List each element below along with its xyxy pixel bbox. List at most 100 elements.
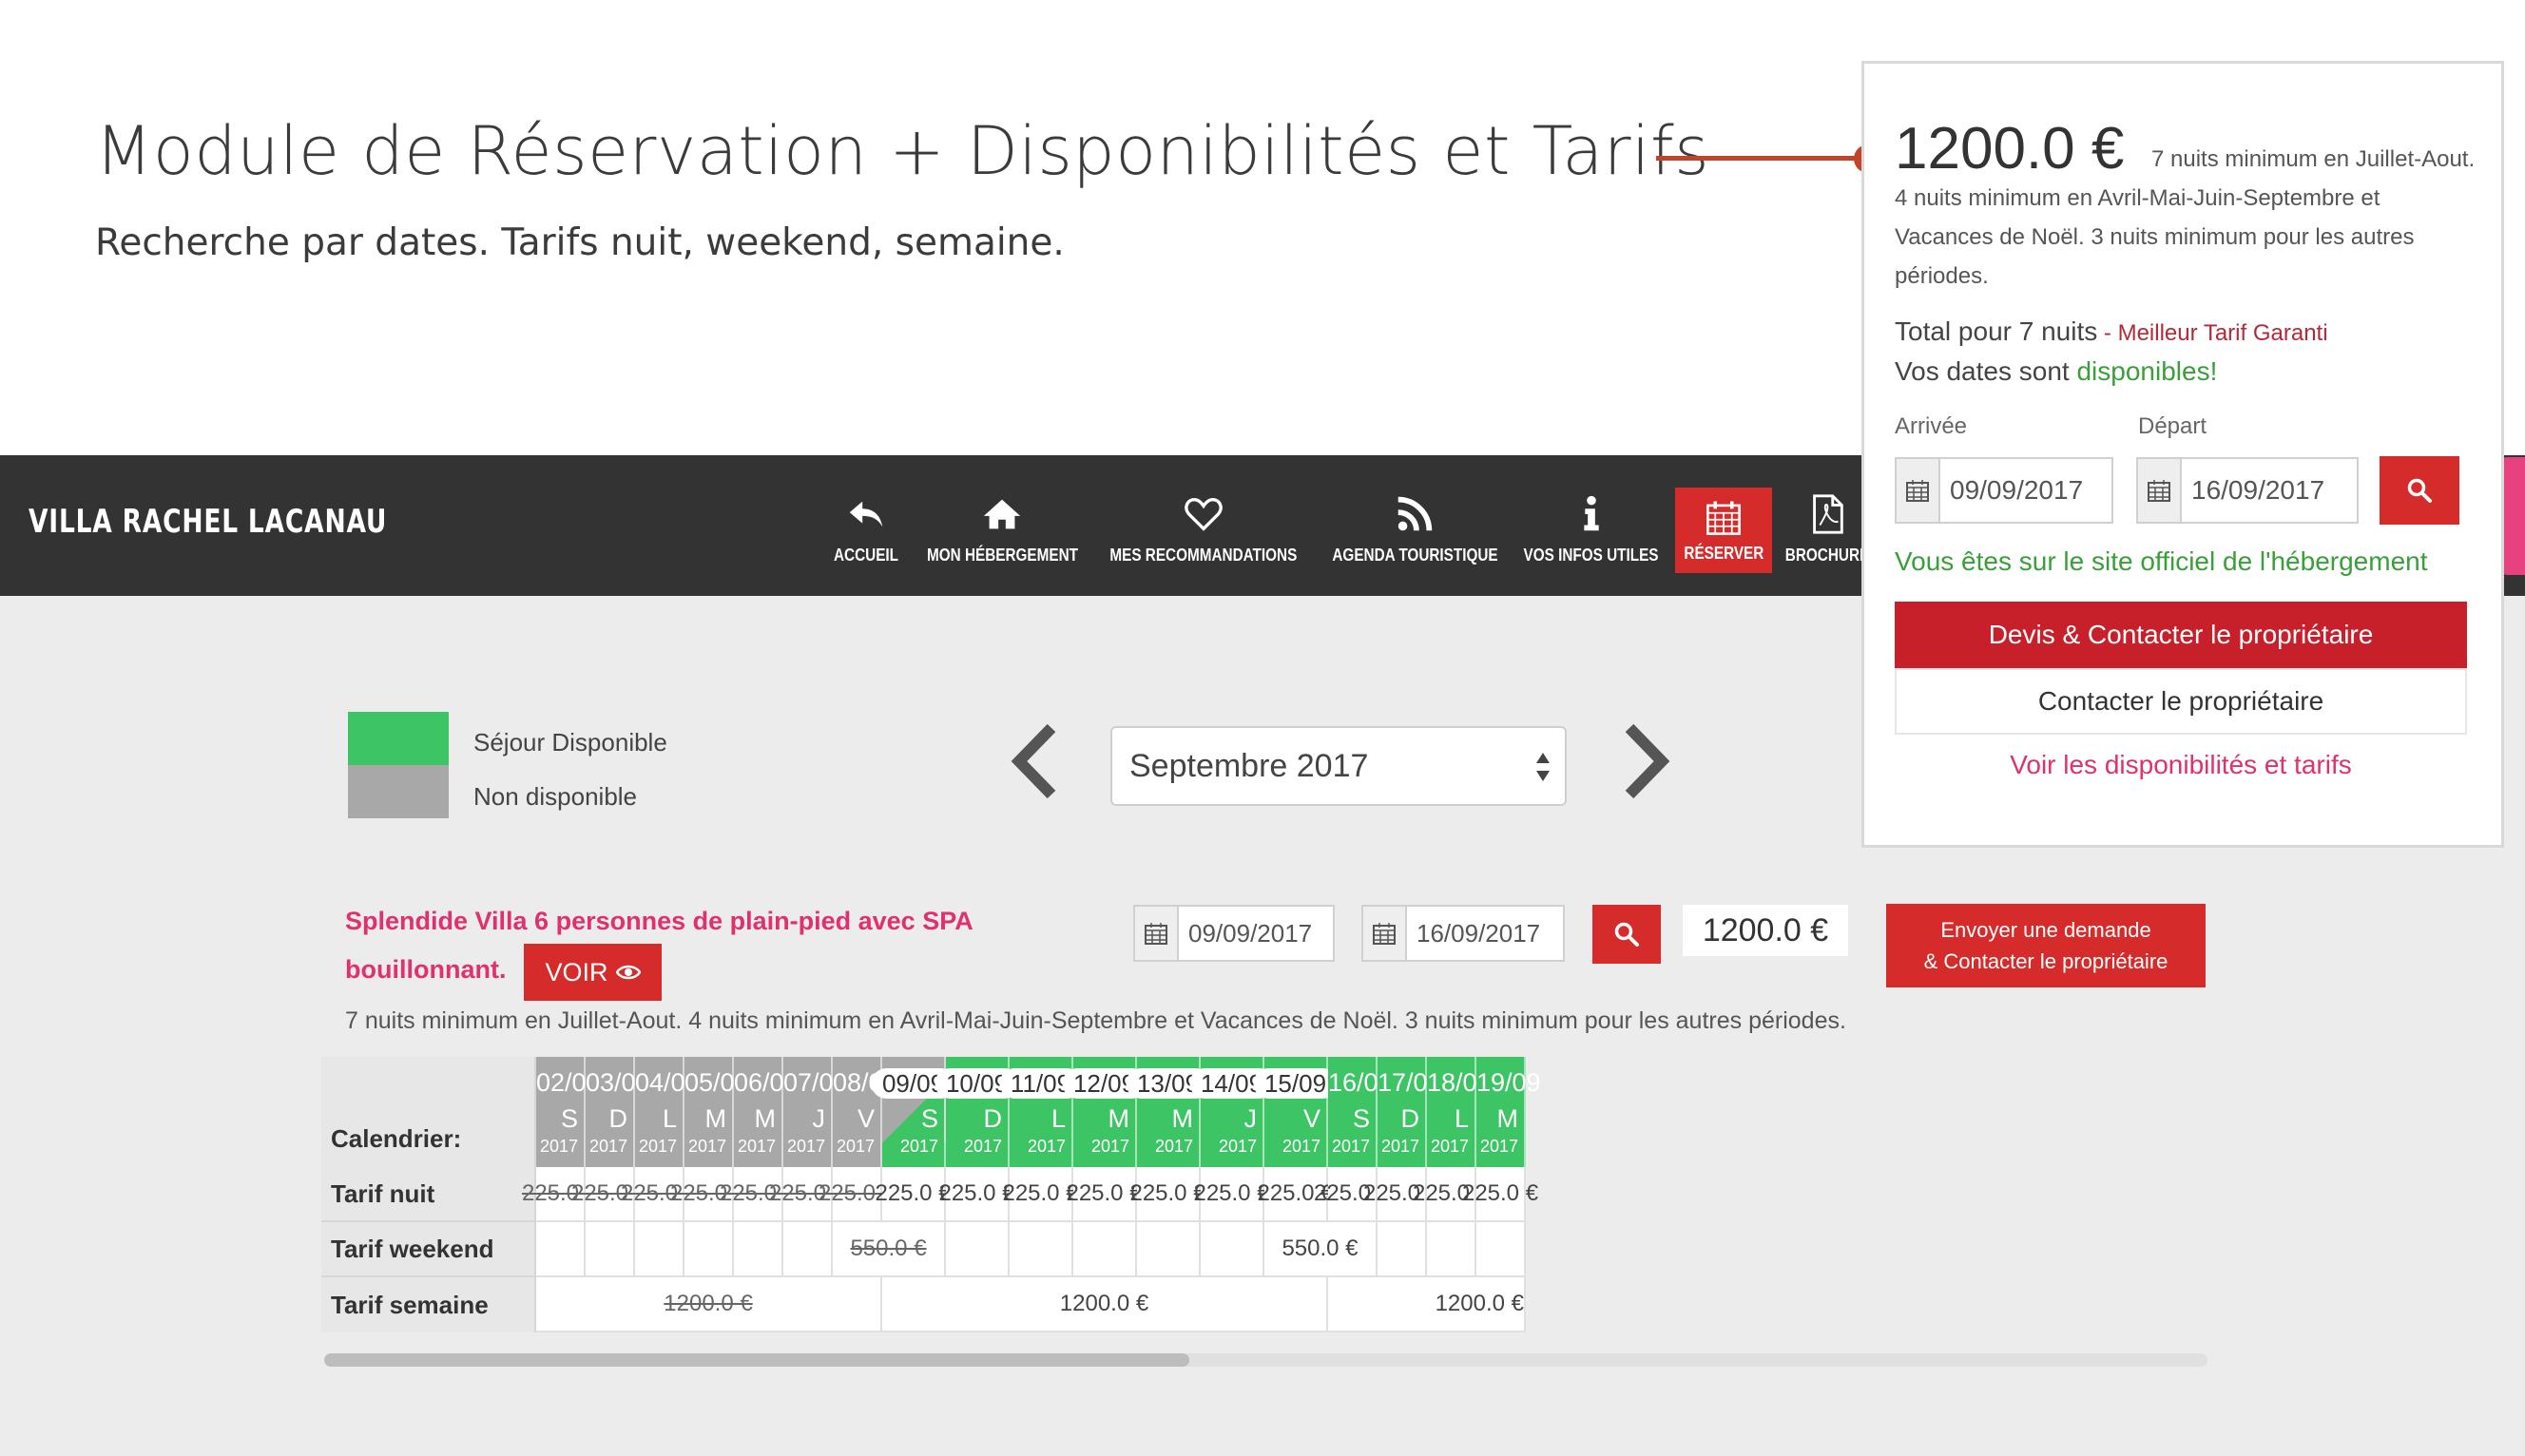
tarif-semaine-label: Tarif semaine	[321, 1277, 536, 1332]
calendar-icon	[1145, 923, 1167, 945]
listing-title[interactable]: Splendide Villa 6 personnes de plain-pie…	[345, 907, 973, 936]
calendar-day-4[interactable]: 05/09 M 2017	[684, 1057, 749, 1167]
eye-icon	[615, 965, 641, 980]
send-request-button[interactable]: Envoyer une demande & Contacter le propr…	[1886, 904, 2206, 987]
nav-label: ACCUEIL	[834, 545, 898, 565]
tarif-weekend-empty-cell	[783, 1222, 833, 1277]
nav-label: VOS INFOS UTILES	[1524, 545, 1659, 565]
day-date: 19/09	[1476, 1068, 1541, 1097]
calendar-icon	[2148, 480, 2170, 502]
calendar-day-3[interactable]: 04/09 L 2017	[635, 1057, 700, 1167]
departure-label: Départ	[2138, 413, 2207, 439]
listing-title-cont[interactable]: bouillonnant.	[345, 955, 506, 985]
calendar-day-17[interactable]: 18/09 L 2017	[1427, 1057, 1492, 1167]
callout-line	[1656, 156, 1869, 161]
calendar-header-label: Calendrier:	[321, 1057, 536, 1167]
calendar-day-15[interactable]: 16/09 S 2017	[1328, 1057, 1393, 1167]
calendar-day-8[interactable]: 09/09 S 2017	[870, 1057, 956, 1167]
day-weekday: V	[857, 1104, 875, 1133]
search-icon	[2407, 478, 2432, 503]
nav-item-mes-recommandations[interactable]: MES RECOMMANDATIONS	[1095, 455, 1312, 596]
tarif-weekend-empty-cell	[946, 1222, 1010, 1277]
devis-contact-button[interactable]: Devis & Contacter le propriétaire	[1895, 602, 2467, 668]
brand-logo[interactable]: VILLA RACHEL LACANAU	[29, 503, 387, 541]
month-select[interactable]: Septembre 2017	[1110, 726, 1567, 806]
voir-button[interactable]: VOIR	[524, 944, 662, 1001]
day-weekday: M	[1108, 1104, 1130, 1133]
slide-subtitle: Recherche par dates. Tarifs nuit, weeken…	[95, 221, 1065, 264]
day-weekday: L	[1050, 1104, 1066, 1133]
tarif-weekend-empty-cell	[734, 1222, 783, 1277]
arrival-label: Arrivée	[1895, 413, 1968, 439]
nav-item-mon-hebergement[interactable]: MON HÉBERGEMENT	[915, 455, 1089, 596]
departure-date-input[interactable]: 16/09/2017	[1361, 905, 1565, 962]
tarif-semaine-cell: 1200.0 €	[536, 1277, 882, 1332]
view-availability-link[interactable]: Voir les disponibilités et tarifs	[1895, 750, 2467, 780]
tarif-weekend-empty-cell	[635, 1222, 684, 1277]
tarif-weekend-empty-cell	[1427, 1222, 1476, 1277]
booking-arrival-input[interactable]: 09/09/2017	[1895, 457, 2113, 524]
tarif-nuit-cell: 225.0 €	[1193, 1167, 1270, 1222]
nav-label: MON HÉBERGEMENT	[926, 545, 1078, 565]
day-year: 2017	[1154, 1137, 1193, 1156]
official-site-note: Vous êtes sur le site officiel de l'hébe…	[1895, 546, 2428, 576]
calendar-icon	[1906, 480, 1929, 502]
calendar-day-18[interactable]: 19/09 M 2017	[1476, 1057, 1541, 1167]
calendar-day-16[interactable]: 17/09 D 2017	[1378, 1057, 1442, 1167]
calendar-scrollbar[interactable]	[324, 1353, 2207, 1367]
day-weekday: J	[812, 1104, 826, 1133]
nav-item-agenda-touristique[interactable]: AGENDA TOURISTIQUE	[1321, 455, 1508, 596]
chevron-right-icon[interactable]	[1616, 722, 1673, 800]
tarif-weekend-empty-cell	[1073, 1222, 1137, 1277]
calendar-day-1[interactable]: 02/09 S 2017	[536, 1057, 601, 1167]
day-year: 2017	[1479, 1137, 1518, 1156]
calendar-day-5[interactable]: 06/09 M 2017	[734, 1057, 799, 1167]
calendar-day-6[interactable]: 07/09 J 2017	[783, 1057, 848, 1167]
tarif-nuit-cell: 225.0 €	[875, 1167, 952, 1222]
day-year: 2017	[687, 1137, 726, 1156]
day-year: 2017	[737, 1137, 776, 1156]
calendar-day-2[interactable]: 03/09 D 2017	[586, 1057, 650, 1167]
nav-item-vos-infos-utiles[interactable]: VOS INFOS UTILES	[1515, 455, 1667, 596]
calendar-day-12[interactable]: 13/09 M 2017	[1125, 1057, 1211, 1167]
total-label: Total pour 7 nuits	[1895, 316, 2098, 346]
search-button[interactable]	[1592, 905, 1661, 964]
day-year: 2017	[786, 1137, 825, 1156]
calendar-day-13[interactable]: 14/09 J 2017	[1188, 1057, 1275, 1167]
contact-owner-button[interactable]: Contacter le propriétaire	[1895, 668, 2467, 735]
nav-label: AGENDA TOURISTIQUE	[1331, 545, 1498, 565]
nav-item-accueil[interactable]: ACCUEIL	[825, 455, 907, 596]
nav-item-brochure[interactable]: BROCHURE	[1780, 455, 1863, 596]
calendar-day-11[interactable]: 12/09 M 2017	[1061, 1057, 1147, 1167]
booking-departure-input[interactable]: 16/09/2017	[2136, 457, 2359, 524]
day-weekday: M	[754, 1104, 777, 1133]
chevron-left-icon[interactable]	[1008, 722, 1065, 800]
day-date: 15/09	[1252, 1068, 1339, 1099]
day-date: 17/09	[1378, 1068, 1442, 1097]
slide-title: Module de Réservation + Disponibilités e…	[95, 112, 1710, 190]
dispo-prefix: Vos dates sont	[1895, 356, 2077, 386]
arrival-date-input[interactable]: 09/09/2017	[1133, 905, 1335, 962]
legend-label-unavailable: Non disponible	[473, 782, 638, 811]
tarif-weekend-empty-cell	[1201, 1222, 1264, 1277]
tarif-semaine-cell: 1200.0 €	[1328, 1277, 1526, 1332]
search-icon	[1614, 922, 1639, 947]
voir-label: VOIR	[545, 957, 608, 987]
calendar-day-14[interactable]: 15/09 V 2017	[1252, 1057, 1339, 1167]
day-weekday: M	[1171, 1104, 1194, 1133]
tarif-nuit-cell: 225.0 €	[1129, 1167, 1206, 1222]
nav-item-reserver[interactable]: RÉSERVER	[1675, 488, 1772, 573]
arrival-date-value: 09/09/2017	[1188, 918, 1313, 948]
calendar-day-9[interactable]: 10/09 D 2017	[934, 1057, 1020, 1167]
day-year: 2017	[638, 1137, 677, 1156]
day-year: 2017	[1282, 1137, 1320, 1156]
tarif-weekend-empty-cell	[1137, 1222, 1201, 1277]
scrollbar-thumb[interactable]	[324, 1353, 1189, 1367]
day-date: 05/09	[684, 1068, 749, 1097]
calendar-day-10[interactable]: 11/09 L 2017	[998, 1057, 1083, 1167]
availability-calendar: Calendrier: Tarif nuit Tarif weekend Tar…	[321, 1057, 2207, 1332]
day-weekday: M	[1496, 1104, 1519, 1133]
tarif-weekend-empty-cell	[586, 1222, 635, 1277]
day-date: 02/09	[536, 1068, 601, 1097]
booking-search-button[interactable]	[2380, 456, 2459, 525]
